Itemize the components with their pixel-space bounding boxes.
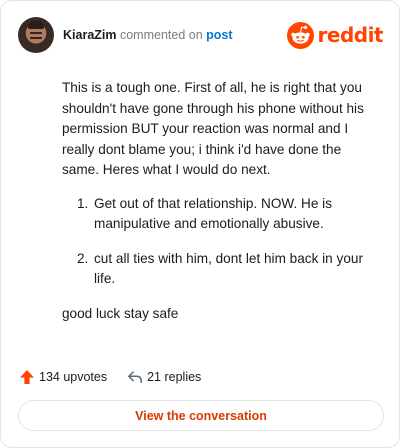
comment-header: KiaraZim commented on post reddit: [18, 17, 384, 53]
comment-body: This is a tough one. First of all, he is…: [62, 78, 378, 324]
list-item-text: Get out of that relationship. NOW. He is…: [94, 195, 332, 232]
view-conversation-button[interactable]: View the conversation: [18, 400, 384, 431]
replies-stat[interactable]: 21 replies: [127, 369, 201, 385]
post-link[interactable]: post: [206, 28, 232, 42]
reddit-snoo-icon: [286, 21, 314, 49]
replies-count: 21 replies: [147, 370, 202, 384]
reply-arrow-icon: [127, 369, 143, 385]
comment-meta: KiaraZim commented on post: [63, 27, 233, 43]
comment-list: 1. Get out of that relationship. NOW. He…: [62, 194, 378, 290]
username-link[interactable]: KiaraZim: [63, 28, 117, 42]
reddit-logo[interactable]: reddit: [286, 21, 384, 49]
list-item-number: 2.: [77, 250, 89, 266]
reddit-wordmark: reddit: [317, 23, 384, 47]
embedded-comment-card: KiaraZim commented on post reddit This i…: [0, 0, 400, 448]
upvotes-stat[interactable]: 134 upvotes: [19, 369, 107, 385]
comment-closing: good luck stay safe: [62, 305, 179, 321]
user-avatar[interactable]: [18, 17, 54, 53]
upvote-arrow-icon: [19, 369, 35, 385]
comment-stats: 134 upvotes 21 replies: [19, 367, 201, 387]
list-item: 2. cut all ties with him, dont let him b…: [62, 249, 378, 290]
list-item-text: cut all ties with him, dont let him back…: [94, 250, 363, 287]
list-item-number: 1.: [77, 195, 89, 211]
action-text: commented on: [119, 28, 203, 42]
list-item: 1. Get out of that relationship. NOW. He…: [62, 194, 378, 235]
upvotes-count: 134 upvotes: [39, 370, 108, 384]
comment-intro: This is a tough one. First of all, he is…: [62, 80, 364, 177]
